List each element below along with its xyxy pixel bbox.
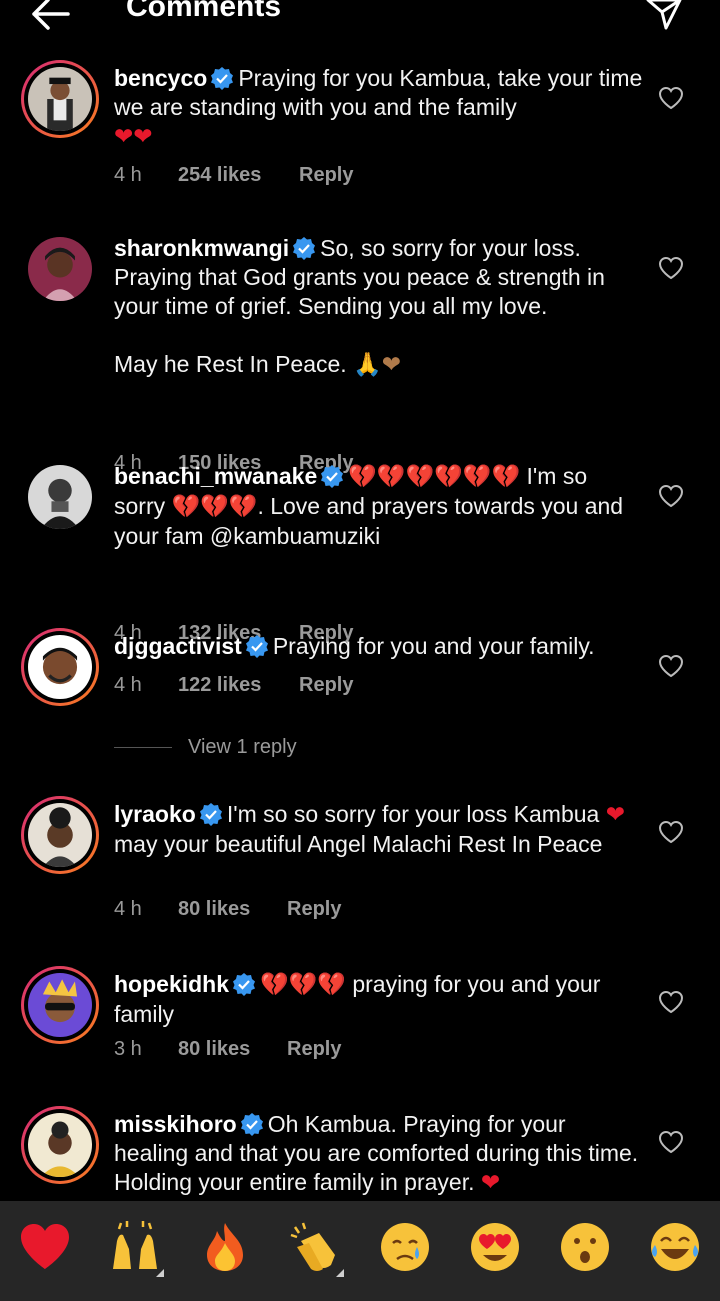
- heart-outline-icon[interactable]: [658, 86, 684, 110]
- verified-badge-icon: [240, 1113, 263, 1136]
- likes-count[interactable]: 80 likes: [178, 1038, 287, 1061]
- avatar[interactable]: [21, 796, 99, 874]
- comment-text: misskihoro Oh Kambua. Praying for your he…: [114, 1111, 639, 1196]
- paper-plane-icon[interactable]: [644, 0, 684, 34]
- broken-heart-emoji: 💔💔💔💔💔💔: [348, 464, 521, 490]
- heart-outline-icon[interactable]: [658, 256, 684, 280]
- variant-indicator: [336, 1269, 344, 1277]
- avatar-image: [28, 67, 92, 131]
- comment-text: djggactivist Praying for you and your fam…: [114, 633, 595, 659]
- likes-count[interactable]: 80 likes: [178, 898, 287, 921]
- heart-outline-icon[interactable]: [658, 820, 684, 844]
- heart-emoji: ❤❤: [114, 124, 153, 150]
- fire-icon[interactable]: [197, 1219, 253, 1275]
- comment-meta: 4 h 254 likes Reply: [114, 164, 353, 187]
- avatar-image: [28, 803, 92, 867]
- avatar[interactable]: [21, 1106, 99, 1184]
- comment-text: benachi_mwanake 💔💔💔💔💔💔 I'm so sorry 💔💔💔. …: [114, 463, 624, 549]
- reply-button[interactable]: Reply: [287, 898, 341, 921]
- username[interactable]: hopekidhk: [114, 971, 229, 997]
- divider: [114, 747, 172, 749]
- red-heart-icon[interactable]: [17, 1219, 73, 1275]
- avatar-image: [28, 1113, 92, 1177]
- crying-face-icon[interactable]: [377, 1219, 433, 1275]
- likes-count[interactable]: 122 likes: [178, 674, 299, 697]
- username[interactable]: misskihoro: [114, 1111, 237, 1137]
- heart-outline-icon[interactable]: [658, 990, 684, 1014]
- verified-badge-icon: [199, 803, 222, 826]
- clapping-hands-icon[interactable]: [287, 1219, 343, 1275]
- header: Comments: [0, 0, 720, 40]
- comment-meta: 4 h 122 likes Reply: [114, 674, 353, 697]
- timestamp: 4 h: [114, 164, 142, 186]
- comment-text: bencyco Praying for you Kambua, take your…: [114, 65, 643, 150]
- username[interactable]: bencyco: [114, 65, 207, 91]
- surprised-face-icon[interactable]: [557, 1219, 613, 1275]
- view-replies-button[interactable]: View 1 reply: [114, 736, 297, 759]
- avatar[interactable]: [21, 458, 99, 536]
- reply-button[interactable]: Reply: [299, 164, 353, 187]
- verified-badge-icon: [233, 973, 256, 996]
- broken-heart-emoji: 💔💔💔: [171, 494, 258, 520]
- broken-heart-emoji: 💔💔💔: [260, 972, 346, 998]
- username[interactable]: benachi_mwanake: [114, 463, 317, 489]
- avatar[interactable]: [21, 60, 99, 138]
- timestamp: 3 h: [114, 1038, 142, 1060]
- comment-text: lyraoko I'm so so sorry for your loss Kam…: [114, 801, 626, 857]
- avatar-image: [28, 973, 92, 1037]
- comment-meta: 3 h 80 likes Reply: [114, 1038, 341, 1061]
- timestamp: 4 h: [114, 674, 142, 696]
- avatar-image: [28, 465, 92, 529]
- pray-heart-emoji: 🙏❤: [353, 352, 401, 378]
- comment-text: sharonkmwangi So, so sorry for your loss.…: [114, 235, 605, 378]
- verified-badge-icon: [245, 635, 268, 658]
- verified-badge-icon: [321, 465, 344, 488]
- username[interactable]: djggactivist: [114, 633, 242, 659]
- avatar[interactable]: [21, 230, 99, 308]
- comment-text: hopekidhk 💔💔💔 praying for you and your fa…: [114, 971, 601, 1027]
- verified-badge-icon: [293, 237, 316, 260]
- comment-meta: 4 h 80 likes Reply: [114, 898, 341, 921]
- username[interactable]: sharonkmwangi: [114, 235, 289, 261]
- arrow-left-icon[interactable]: [28, 0, 72, 34]
- verified-badge-icon: [211, 67, 234, 90]
- heart-eyes-face-icon[interactable]: [467, 1219, 523, 1275]
- heart-outline-icon[interactable]: [658, 654, 684, 678]
- avatar-image: [28, 635, 92, 699]
- avatar[interactable]: [21, 966, 99, 1044]
- variant-indicator: [156, 1269, 164, 1277]
- comments-list: bencyco Praying for you Kambua, take your…: [0, 60, 720, 1200]
- heart-outline-icon[interactable]: [658, 1130, 684, 1154]
- reply-button[interactable]: Reply: [299, 674, 353, 697]
- timestamp: 4 h: [114, 898, 142, 920]
- avatar[interactable]: [21, 628, 99, 706]
- heart-outline-icon[interactable]: [658, 484, 684, 508]
- heart-emoji: ❤: [605, 802, 626, 828]
- heart-emoji: ❤: [480, 1170, 501, 1196]
- tears-of-joy-face-icon[interactable]: [647, 1219, 703, 1275]
- likes-count[interactable]: 254 likes: [178, 164, 299, 187]
- raising-hands-icon[interactable]: [107, 1219, 163, 1275]
- username[interactable]: lyraoko: [114, 801, 196, 827]
- reply-button[interactable]: Reply: [287, 1038, 341, 1061]
- emoji-reaction-bar: [0, 1201, 720, 1301]
- avatar-image: [28, 237, 92, 301]
- page-title: Comments: [126, 0, 282, 23]
